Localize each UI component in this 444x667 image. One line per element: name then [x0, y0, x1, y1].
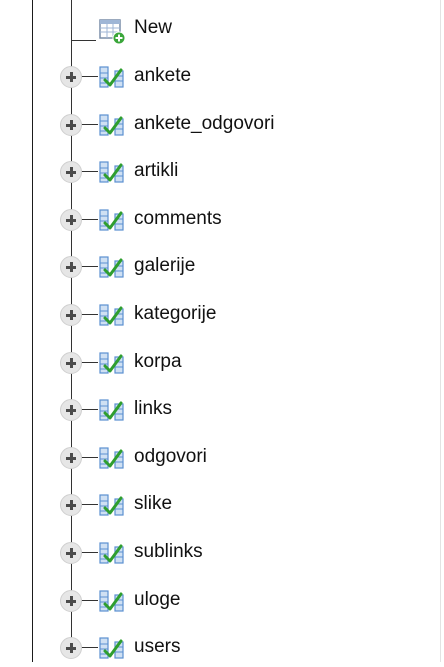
tree-item-label: slike — [134, 493, 173, 514]
tree-item-label: korpa — [134, 351, 182, 372]
table-structure-icon — [99, 352, 124, 374]
tree-item-users[interactable]: users — [0, 627, 444, 667]
new-table-icon — [99, 19, 126, 45]
expand-plus-icon[interactable] — [60, 161, 82, 183]
tree-item-label: artikli — [134, 160, 179, 181]
tree-item-ankete[interactable]: ankete — [0, 56, 444, 96]
tree-item-uloge[interactable]: uloge — [0, 580, 444, 620]
table-structure-icon — [99, 161, 124, 183]
tree-item-korpa[interactable]: korpa — [0, 342, 444, 382]
expand-plus-icon[interactable] — [60, 447, 82, 469]
expand-plus-icon[interactable] — [60, 542, 82, 564]
tree-connector — [72, 40, 96, 41]
tree-item-artikli[interactable]: artikli — [0, 151, 444, 191]
expand-plus-icon[interactable] — [60, 352, 82, 374]
expand-plus-icon[interactable] — [60, 209, 82, 231]
tree-item-kategorije[interactable]: kategorije — [0, 294, 444, 334]
tree-item-sublinks[interactable]: sublinks — [0, 532, 444, 572]
tree-item-new[interactable]: New — [0, 0, 444, 45]
table-structure-icon — [99, 66, 124, 88]
expand-plus-icon[interactable] — [60, 637, 82, 659]
table-structure-icon — [99, 256, 124, 278]
tree-item-label: kategorije — [134, 303, 217, 324]
tree-connector-vertical — [71, 0, 72, 40]
tree-item-label: links — [134, 398, 173, 419]
tree-item-label: New — [134, 17, 173, 38]
expand-plus-icon[interactable] — [60, 114, 82, 136]
tree-item-comments[interactable]: comments — [0, 199, 444, 239]
tree-item-label: users — [134, 636, 181, 657]
expand-plus-icon[interactable] — [60, 256, 82, 278]
tree-item-odgovori[interactable]: odgovori — [0, 437, 444, 477]
table-structure-icon — [99, 114, 124, 136]
table-structure-icon — [99, 209, 124, 231]
tree-item-galerije[interactable]: galerije — [0, 246, 444, 286]
tree-item-ankete-odgovori[interactable]: ankete_odgovori — [0, 104, 444, 144]
table-structure-icon — [99, 637, 124, 659]
expand-plus-icon[interactable] — [60, 304, 82, 326]
table-structure-icon — [99, 542, 124, 564]
expand-plus-icon[interactable] — [60, 590, 82, 612]
expand-plus-icon[interactable] — [60, 399, 82, 421]
table-structure-icon — [99, 399, 124, 421]
tree-item-label: ankete_odgovori — [134, 113, 275, 134]
table-structure-icon — [99, 494, 124, 516]
tree-item-label: uloge — [134, 589, 181, 610]
table-structure-icon — [99, 304, 124, 326]
tree-item-links[interactable]: links — [0, 389, 444, 429]
tree-item-label: odgovori — [134, 446, 207, 467]
tree-item-label: galerije — [134, 255, 196, 276]
navigation-tree-panel: New ankete ankete_odgovoriartikli comments… — [0, 0, 444, 662]
table-structure-icon — [99, 447, 124, 469]
expand-plus-icon[interactable] — [60, 66, 82, 88]
table-structure-icon — [99, 590, 124, 612]
tree-item-label: ankete — [134, 65, 192, 86]
tree-item-label: comments — [134, 208, 222, 229]
tree-item-slike[interactable]: slike — [0, 484, 444, 524]
tree-item-label: sublinks — [134, 541, 203, 562]
expand-plus-icon[interactable] — [60, 494, 82, 516]
